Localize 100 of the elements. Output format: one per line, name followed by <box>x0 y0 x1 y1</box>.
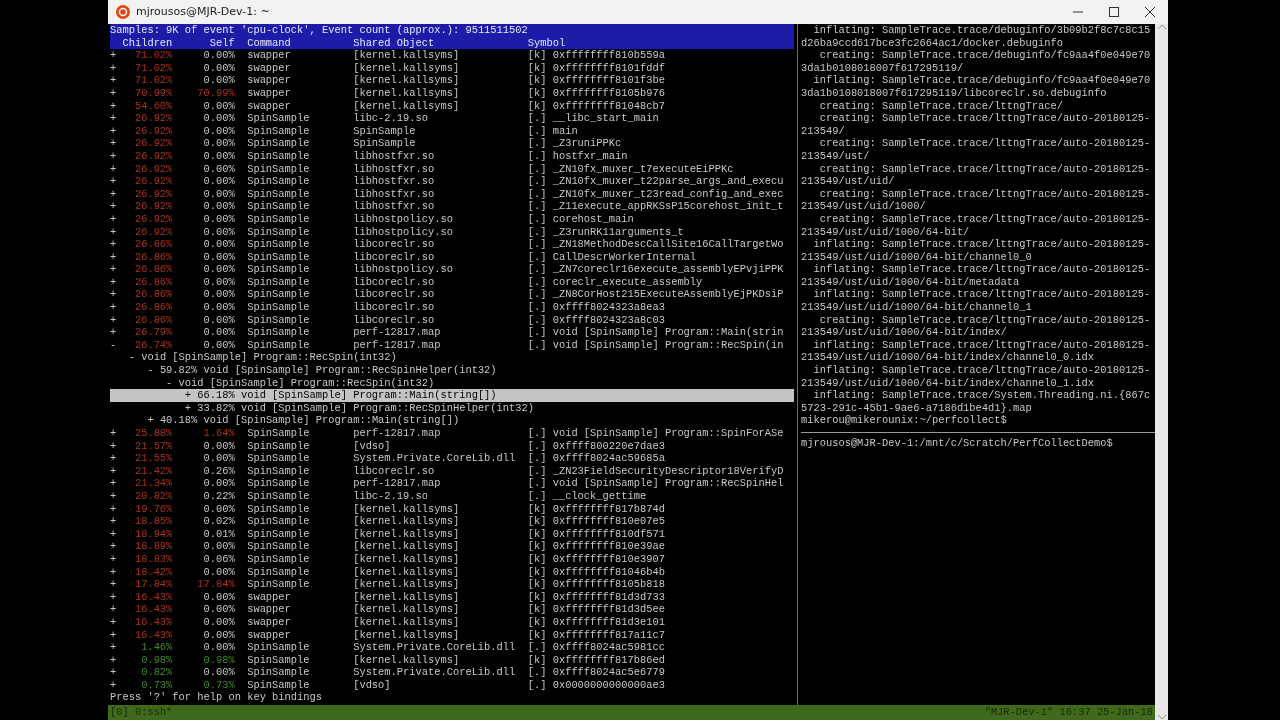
expand-sign: + <box>110 527 117 541</box>
expand-sign: + <box>110 678 117 692</box>
self-percent: 0.98% <box>202 653 235 667</box>
symbol-name: void [SpinSample] Program::Main(strin <box>552 326 784 339</box>
symbol-type: [.] <box>527 452 548 465</box>
expand-sign: + <box>110 641 117 654</box>
shared-object: libcoreclr.so <box>353 313 436 327</box>
command-name: swapper <box>247 86 292 100</box>
symbol-name: CallDescrWorkerInternal <box>552 250 697 264</box>
children-percent: 26.86% <box>133 313 173 327</box>
children-percent: 0.82% <box>140 666 173 679</box>
command-name: SpinSample <box>247 313 311 327</box>
shared-object: libhostfxr.so <box>353 149 436 163</box>
expand-sign: + <box>110 603 117 616</box>
command-name: SpinSample <box>247 464 311 478</box>
shared-object: libhostfxr.so <box>353 200 436 213</box>
self-percent: 0.73% <box>202 678 235 692</box>
children-percent: 16.43% <box>133 628 173 642</box>
window-list: [0] 0:ssh* <box>110 706 173 719</box>
symbol-type: [k] <box>527 552 548 566</box>
symbol-type: [k] <box>527 590 548 604</box>
callchain-entry[interactable]: + 40.18% void [SpinSample] Program::Main(string[]) <box>110 414 794 427</box>
symbol-name: _ZN7coreclr16execute_assemblyEPvjiPPK <box>552 263 784 276</box>
children-percent: 26.92% <box>133 162 173 176</box>
symbol-type: [.] <box>527 288 548 302</box>
output-line: inflating: SampleTrace.trace/System.Threading.ni.{867c <box>812 389 1151 402</box>
shared-object: perf-12817.map <box>353 427 442 440</box>
symbol-name: __clock_gettime <box>552 489 647 503</box>
output-line: 5723-291c-45b1-9ae6-a7186d1be4d1}.map <box>801 401 1032 415</box>
shell-prompt: mjrousos@MJR-Dev-1:/mnt/c/Scratch/PerfCollectDemo$ <box>801 437 1113 450</box>
shared-object: [kernel.kallsyms] <box>353 515 461 528</box>
close-icon <box>1145 7 1155 17</box>
expand-sign: + <box>110 212 117 226</box>
self-percent: 0.00% <box>202 666 235 679</box>
symbol-type: [.] <box>527 200 548 213</box>
self-percent: 0.00% <box>202 74 235 87</box>
self-percent: 0.00% <box>202 200 235 213</box>
expand-sign: + <box>110 502 117 516</box>
children-percent: 18.42% <box>133 565 173 579</box>
output-line: creating: SampleTrace.trace/lttngTrace/auto-20180125- <box>818 162 1151 176</box>
self-percent: 0.06% <box>202 552 235 566</box>
expand-sign: + <box>110 653 117 667</box>
scroll-down-icon[interactable] <box>1157 714 1166 720</box>
children-percent: 26.86% <box>133 288 173 302</box>
self-percent: 0.00% <box>202 49 235 62</box>
self-percent: 17.84% <box>196 578 235 591</box>
callchain-entry[interactable]: - 59.82% void [SpinSample] Program::RecSpinHelper(int32) <box>110 364 794 377</box>
command-name: swapper <box>247 49 292 62</box>
output-line: 213549/ust/uid/1000/64-bit/metadata <box>801 275 1020 289</box>
children-percent: 1.46% <box>140 641 173 654</box>
symbol-name: 0xffffffff817a11c7 <box>552 628 665 642</box>
self-percent: 0.00% <box>202 275 235 289</box>
symbol-type: [k] <box>527 99 548 113</box>
output-line: creating: SampleTrace.trace/lttngTrace/ <box>818 99 1063 113</box>
expand-sign: + <box>110 615 117 629</box>
callchain-entry[interactable]: - void [SpinSample] Program::RecSpin(int32) <box>110 351 794 365</box>
expand-sign: + <box>110 477 117 490</box>
expand-sign: + <box>110 162 117 176</box>
self-percent: 0.00% <box>202 603 235 616</box>
symbol-type: [k] <box>527 86 548 100</box>
children-percent: 26.92% <box>133 175 173 188</box>
symbol-name: _ZN18MethodDescCallSite16CallTargetWo <box>552 238 784 251</box>
expand-sign: + <box>110 225 117 239</box>
command-name: SpinSample <box>247 288 311 302</box>
self-percent: 0.00% <box>202 238 235 251</box>
column-header: Symbol <box>527 36 566 50</box>
expand-sign: + <box>110 578 117 591</box>
callchain-entry[interactable]: - void [SpinSample] Program::RecSpin(int32) <box>110 376 794 390</box>
self-percent: 0.00% <box>202 301 235 314</box>
output-line: creating: SampleTrace.trace/lttngTrace/auto-20180125- <box>818 313 1151 327</box>
shared-object: [kernel.kallsyms] <box>353 628 461 642</box>
symbol-type: [.] <box>527 427 548 440</box>
self-percent: 0.00% <box>202 263 235 276</box>
expand-sign: + <box>110 74 117 87</box>
children-percent: 16.43% <box>133 603 173 616</box>
command-name: SpinSample <box>247 515 311 528</box>
self-percent: 0.22% <box>202 489 235 503</box>
symbol-type: [.] <box>527 326 548 339</box>
children-percent: 70.99% <box>133 86 173 100</box>
callchain-entry[interactable]: + 66.18% void [SpinSample] Program::Main(string[]) <box>110 389 794 402</box>
callchain-entry[interactable]: + 33.82% void [SpinSample] Program::RecSpinHelper(int32) <box>110 401 794 415</box>
window-title: mjrousos@MJR-Dev-1: ~ <box>136 3 270 20</box>
command-name: SpinSample <box>247 489 311 503</box>
expand-sign: + <box>110 263 117 276</box>
symbol-name: 0xffffffff81d3d733 <box>552 590 665 604</box>
scrollbar[interactable] <box>1155 24 1168 720</box>
command-name: SpinSample <box>247 502 311 516</box>
symbol-type: [.] <box>527 489 548 503</box>
command-name: SpinSample <box>247 137 311 150</box>
symbol-type: [k] <box>527 628 548 642</box>
shared-object: libhostpolicy.so <box>353 225 454 239</box>
shared-object: [kernel.kallsyms] <box>353 74 461 87</box>
symbol-name: 0xffff800220e7dae3 <box>552 439 665 453</box>
self-percent: 0.00% <box>202 326 235 339</box>
sample-summary: Samples: 9K of event 'cpu-clock', Event count (approx.): 9511511502 <box>110 24 528 37</box>
children-percent: 26.92% <box>133 187 173 201</box>
expand-sign: + <box>110 187 117 201</box>
scroll-up-icon[interactable] <box>1157 24 1166 30</box>
command-name: SpinSample <box>247 540 311 553</box>
children-percent: 26.86% <box>133 250 173 264</box>
